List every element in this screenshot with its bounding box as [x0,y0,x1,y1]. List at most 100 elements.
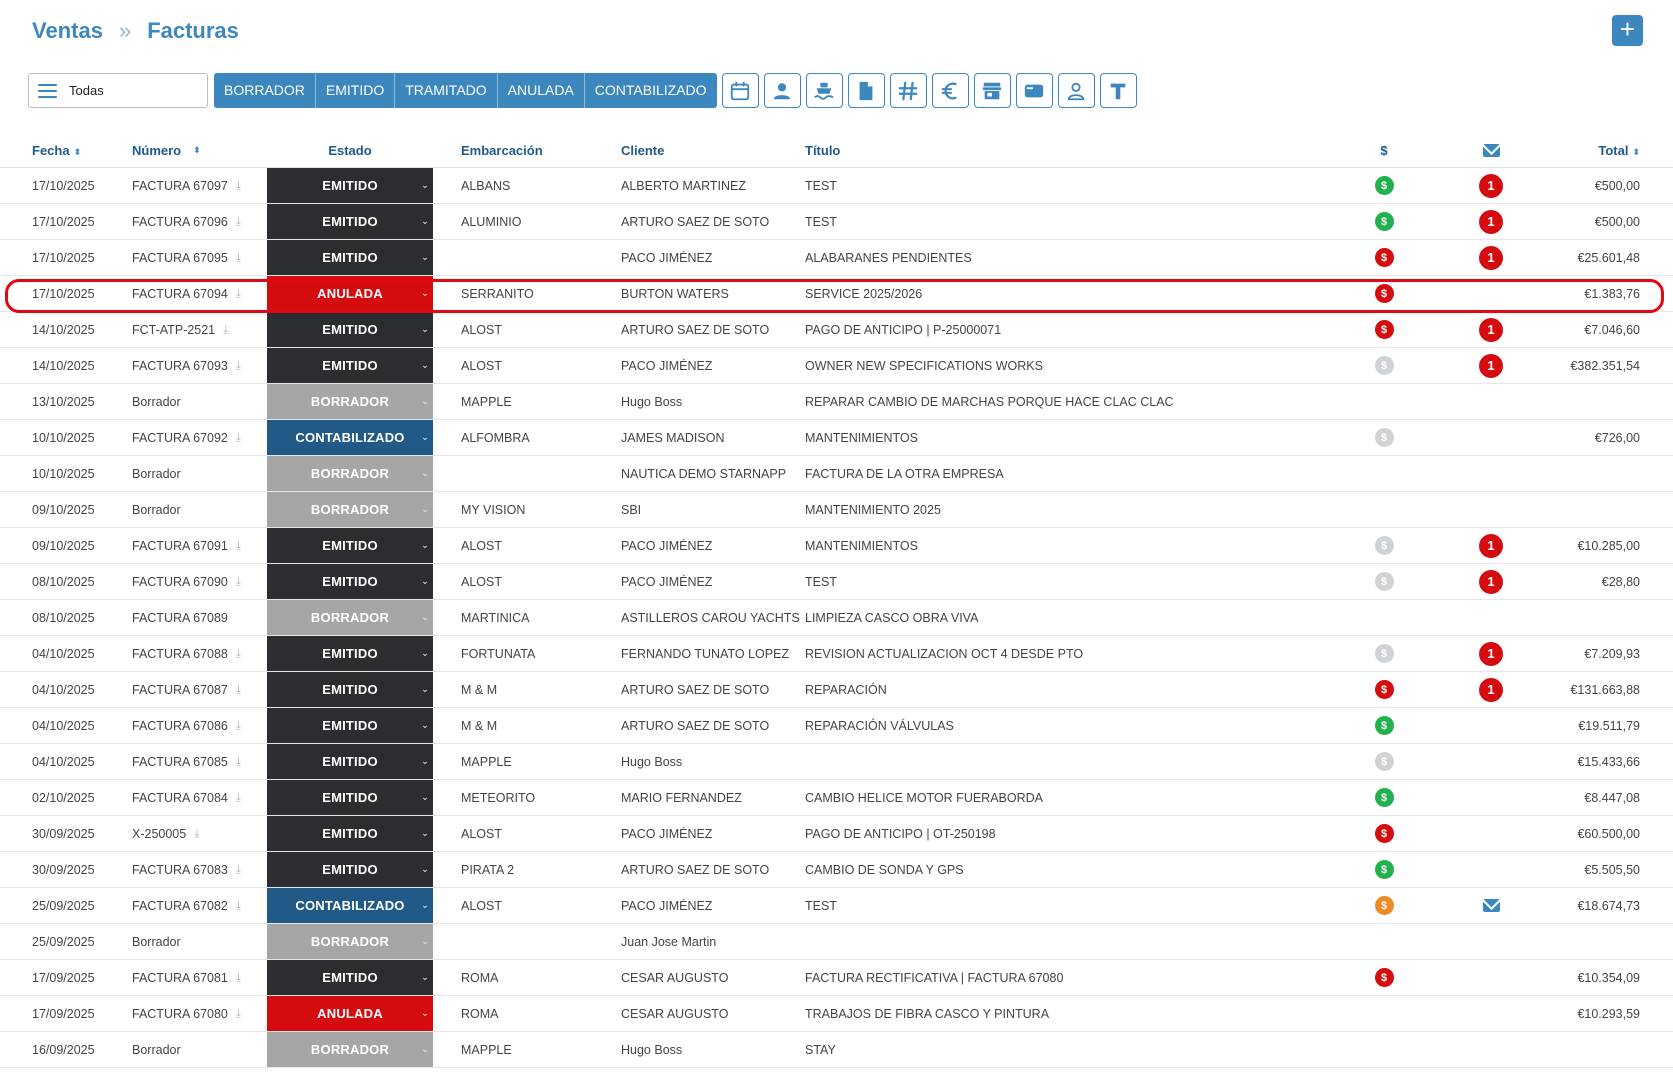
invoice-number[interactable]: FACTURA 67093 [132,359,228,373]
status-dropdown[interactable]: EMITIDO ⌄ [267,636,433,671]
payment-status-icon[interactable]: $ [1374,356,1394,375]
download-icon[interactable]: ⤓ [236,178,241,193]
card-filter-button[interactable] [1015,73,1053,108]
add-invoice-button[interactable]: + [1612,15,1643,46]
status-dropdown[interactable]: EMITIDO ⌄ [267,204,433,239]
download-icon[interactable]: ⤓ [194,826,199,841]
status-dropdown[interactable]: BORRADOR ⌄ [267,924,433,959]
download-icon[interactable]: ⤓ [236,250,241,265]
table-row[interactable]: 17/10/2025 FACTURA 67096 ⤓ EMITIDO ⌄ ALUMINIO… [0,204,1673,240]
invoice-number[interactable]: FACTURA 67086 [132,719,228,733]
email-count-badge[interactable]: 1 [1479,569,1503,594]
table-row[interactable]: 14/10/2025 FCT-ATP-2521 ⤓ EMITIDO ⌄ ALOST ARTU… [0,312,1673,348]
table-row[interactable]: 09/10/2025 Borrador BORRADOR ⌄ MY VISION SBI M… [0,492,1673,528]
email-count-badge[interactable]: 1 [1479,173,1503,198]
invoice-number[interactable]: Borrador [132,503,181,517]
download-icon[interactable]: ⤓ [236,574,241,589]
status-dropdown[interactable]: EMITIDO ⌄ [267,744,433,779]
payment-status-icon[interactable]: $ [1374,248,1394,267]
status-dropdown[interactable]: EMITIDO ⌄ [267,564,433,599]
table-row[interactable]: 25/09/2025 FACTURA 67082 ⤓ CONTABILIZADO ⌄ AL… [0,888,1673,924]
status-dropdown[interactable]: BORRADOR ⌄ [267,492,433,527]
payment-status-icon[interactable]: $ [1374,788,1394,807]
payment-status-icon[interactable]: $ [1374,320,1394,339]
payment-status-icon[interactable]: $ [1374,968,1394,987]
download-icon[interactable]: ⤓ [236,646,241,661]
email-count-badge[interactable]: 1 [1479,317,1503,342]
table-row[interactable]: 09/10/2025 FACTURA 67091 ⤓ EMITIDO ⌄ ALOST PAC… [0,528,1673,564]
status-dropdown[interactable]: BORRADOR ⌄ [267,384,433,419]
status-dropdown[interactable]: EMITIDO ⌄ [267,528,433,563]
invoice-number[interactable]: FACTURA 67095 [132,251,228,265]
invoice-number[interactable]: FACTURA 67096 [132,215,228,229]
download-icon[interactable]: ⤓ [236,1006,241,1021]
download-icon[interactable]: ⤓ [236,862,241,877]
payment-status-icon[interactable]: $ [1374,824,1394,843]
invoice-number[interactable]: FACTURA 67090 [132,575,228,589]
payment-status-icon[interactable]: $ [1374,284,1394,303]
download-icon[interactable]: ⤓ [236,682,241,697]
status-dropdown[interactable]: EMITIDO ⌄ [267,816,433,851]
status-dropdown[interactable]: EMITIDO ⌄ [267,852,433,887]
download-icon[interactable]: ⤓ [236,358,241,373]
table-row[interactable]: 30/09/2025 X-250005 ⤓ EMITIDO ⌄ ALOST PACO JIM… [0,816,1673,852]
download-icon[interactable]: ⤓ [236,718,241,733]
amount-filter-button[interactable] [931,73,969,108]
table-row[interactable]: 10/10/2025 FACTURA 67092 ⤓ CONTABILIZADO ⌄ AL… [0,420,1673,456]
payment-status-icon[interactable]: $ [1374,752,1394,771]
status-dropdown[interactable]: EMITIDO ⌄ [267,672,433,707]
filter-select[interactable]: Todas [28,73,208,108]
calendar-filter-button[interactable] [721,73,759,108]
table-row[interactable]: 17/10/2025 FACTURA 67094 ⤓ ANULADA ⌄ SERRANIT… [0,276,1673,312]
payment-status-icon[interactable]: $ [1374,644,1394,663]
status-dropdown[interactable]: CONTABILIZADO ⌄ [267,420,433,455]
invoice-number[interactable]: FACTURA 67097 [132,179,228,193]
table-row[interactable]: 17/09/2025 FACTURA 67081 ⤓ EMITIDO ⌄ ROMA CESA… [0,960,1673,996]
download-icon[interactable]: ⤓ [236,538,241,553]
download-icon[interactable]: ⤓ [236,970,241,985]
status-dropdown[interactable]: EMITIDO ⌄ [267,348,433,383]
status-dropdown[interactable]: BORRADOR ⌄ [267,456,433,491]
download-icon[interactable]: ⤓ [236,286,241,301]
breadcrumb-ventas[interactable]: Ventas [32,18,103,44]
table-row[interactable]: 08/10/2025 FACTURA 67089 BORRADOR ⌄ MARTINIC… [0,600,1673,636]
payment-status-icon[interactable]: $ [1374,680,1394,699]
invoice-number[interactable]: Borrador [132,467,181,481]
status-dropdown[interactable]: BORRADOR ⌄ [267,1032,433,1067]
status-filter-borrador[interactable]: BORRADOR [214,73,316,108]
status-dropdown[interactable]: EMITIDO ⌄ [267,312,433,347]
column-header-numero[interactable]: Número ⬍ [132,143,201,158]
table-row[interactable]: 08/10/2025 FACTURA 67090 ⤓ EMITIDO ⌄ ALOST PAC… [0,564,1673,600]
invoice-number[interactable]: FACTURA 67087 [132,683,228,697]
download-icon[interactable]: ⤓ [236,898,241,913]
invoice-number[interactable]: FACTURA 67094 [132,287,228,301]
payment-status-icon[interactable]: $ [1374,212,1394,231]
email-count-badge[interactable]: 1 [1479,209,1503,234]
table-row[interactable]: 13/10/2025 Borrador BORRADOR ⌄ MAPPLE Hugo Bo… [0,384,1673,420]
invoice-number[interactable]: FACTURA 67091 [132,539,228,553]
email-count-badge[interactable]: 1 [1479,677,1503,702]
table-row[interactable]: 30/09/2025 FACTURA 67083 ⤓ EMITIDO ⌄ PIRATA 2… [0,852,1673,888]
email-count-badge[interactable]: 1 [1479,533,1503,558]
table-row[interactable]: 04/10/2025 FACTURA 67088 ⤓ EMITIDO ⌄ FORTUNAT… [0,636,1673,672]
boat-filter-button[interactable] [805,73,843,108]
column-header-fecha[interactable]: Fecha ⬍ [32,143,81,158]
store-filter-button[interactable] [973,73,1011,108]
download-icon[interactable]: ⤓ [236,790,241,805]
status-filter-tramitado[interactable]: TRAMITADO [395,73,498,108]
table-row[interactable]: 25/09/2025 Borrador BORRADOR ⌄ Juan Jose Mar… [0,924,1673,960]
status-dropdown[interactable]: EMITIDO ⌄ [267,168,433,203]
email-count-badge[interactable]: 1 [1479,353,1503,378]
download-icon[interactable]: ⤓ [236,214,241,229]
payment-status-icon[interactable]: $ [1374,896,1394,915]
invoice-number[interactable]: FCT-ATP-2521 [132,323,215,337]
status-dropdown[interactable]: EMITIDO ⌄ [267,960,433,995]
status-dropdown[interactable]: BORRADOR ⌄ [267,600,433,635]
table-row[interactable]: 04/10/2025 FACTURA 67085 ⤓ EMITIDO ⌄ MAPPLE Hu… [0,744,1673,780]
invoice-number[interactable]: FACTURA 67088 [132,647,228,661]
invoice-number[interactable]: X-250005 [132,827,186,841]
table-row[interactable]: 17/10/2025 FACTURA 67095 ⤓ EMITIDO ⌄ PACO JIM… [0,240,1673,276]
document-filter-button[interactable] [847,73,885,108]
status-filter-emitido[interactable]: EMITIDO [315,73,396,108]
payment-status-icon[interactable]: $ [1374,428,1394,447]
